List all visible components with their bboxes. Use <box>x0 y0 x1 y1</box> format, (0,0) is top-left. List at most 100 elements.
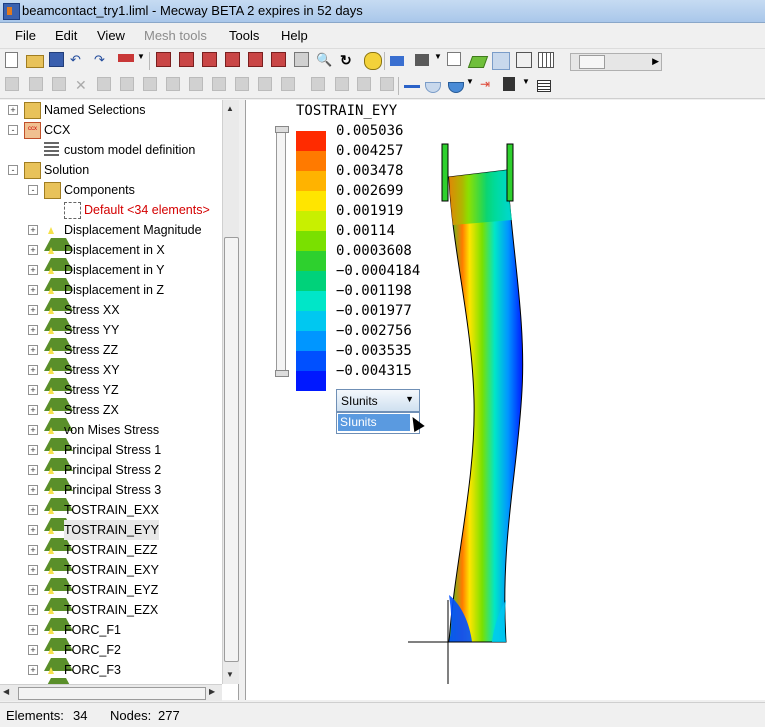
animation-dropdown-icon[interactable]: ▼ <box>522 77 538 93</box>
expand-icon[interactable]: + <box>28 445 38 455</box>
copy-icon[interactable] <box>212 77 226 91</box>
vector-plot-icon[interactable]: ⇥ <box>480 77 496 93</box>
tree-item[interactable]: + Displacement in X <box>0 240 222 271</box>
tree-item[interactable]: + Principal Stress 3 <box>0 480 222 511</box>
tree-horizontal-scrollbar[interactable]: ◀ ▶ <box>0 684 222 701</box>
tree-hscroll-thumb[interactable] <box>18 687 206 700</box>
table-icon[interactable] <box>537 80 551 92</box>
tree-item[interactable]: + FORC_F3 <box>0 660 222 691</box>
tree-item[interactable]: + TOSTRAIN_EYZ <box>0 580 222 611</box>
collapse-icon[interactable]: - <box>8 125 18 135</box>
tree-item[interactable]: + FORC_F2 <box>0 640 222 671</box>
tree-item[interactable]: + TOSTRAIN_EZX <box>0 600 222 631</box>
zoom-fit-icon[interactable] <box>294 52 309 67</box>
wireframe-icon[interactable] <box>516 52 532 68</box>
redo-icon[interactable]: ↷ <box>94 52 110 68</box>
tree-item[interactable]: + Stress XY <box>0 360 222 391</box>
tree-item[interactable]: + Displacement in Z <box>0 280 222 311</box>
tree-item[interactable]: + Stress ZX <box>0 400 222 431</box>
units-option[interactable]: SIunits <box>338 414 410 431</box>
expand-icon[interactable]: + <box>28 325 38 335</box>
expand-icon[interactable]: + <box>28 565 38 575</box>
menu-help[interactable]: Help <box>281 28 308 43</box>
mirror-icon[interactable] <box>189 77 203 91</box>
ccx-solve-icon[interactable] <box>118 54 134 62</box>
tree-item[interactable]: + von Mises Stress <box>0 420 222 451</box>
line-plot-icon[interactable] <box>404 85 420 88</box>
annotation-icon[interactable] <box>447 52 461 66</box>
scale-icon[interactable] <box>235 77 249 91</box>
move-icon[interactable] <box>258 77 272 91</box>
view-iso-icon[interactable] <box>156 52 171 67</box>
chevron-down-icon[interactable]: ▼ <box>405 394 414 404</box>
expand-icon[interactable]: + <box>28 665 38 675</box>
tree-item[interactable]: - Solution <box>0 160 222 180</box>
scroll-right-icon[interactable]: ▶ <box>652 56 659 67</box>
box-select-icon[interactable] <box>52 77 66 91</box>
scroll-right-icon[interactable]: ▶ <box>209 687 215 696</box>
rotate-icon[interactable]: ↻ <box>340 52 356 68</box>
extrude-icon[interactable] <box>120 77 134 91</box>
tree-item[interactable]: + Stress YY <box>0 320 222 351</box>
merge-icon[interactable] <box>281 77 295 91</box>
expand-icon[interactable]: + <box>28 285 38 295</box>
tree-item[interactable]: Default <34 elements> <box>0 200 222 220</box>
revolve-icon[interactable] <box>143 77 157 91</box>
zoom-icon[interactable]: 🔍 <box>316 52 332 68</box>
element-select-icon[interactable] <box>29 77 43 91</box>
deformed-shape-icon[interactable] <box>425 82 441 93</box>
tree-vertical-scrollbar[interactable]: ▲ ▼ <box>222 100 239 684</box>
tree-item[interactable]: + TOSTRAIN_EZZ <box>0 540 222 571</box>
display-mode-icon[interactable] <box>390 56 404 66</box>
tree-item[interactable]: + Stress ZZ <box>0 340 222 371</box>
mesh-view-icon[interactable] <box>538 52 554 68</box>
tree-item[interactable]: + Stress YZ <box>0 380 222 411</box>
scroll-up-icon[interactable]: ▲ <box>226 104 234 113</box>
expand-icon[interactable]: + <box>8 105 18 115</box>
tree-item[interactable]: - Components <box>0 180 222 200</box>
view-top-icon[interactable] <box>271 52 286 67</box>
tree-item[interactable]: + Principal Stress 2 <box>0 460 222 491</box>
expand-icon[interactable]: + <box>28 485 38 495</box>
node-select-icon[interactable] <box>5 77 19 91</box>
expand-icon[interactable]: + <box>28 265 38 275</box>
menu-view[interactable]: View <box>97 28 125 43</box>
units-dropdown-list[interactable]: SIunits <box>336 412 420 434</box>
expand-icon[interactable]: + <box>28 385 38 395</box>
measure-icon[interactable] <box>380 77 394 91</box>
expand-icon[interactable]: + <box>28 465 38 475</box>
menu-mesh-tools[interactable]: Mesh tools <box>144 28 207 43</box>
tree-item[interactable]: + Displacement in Y <box>0 260 222 291</box>
split-icon[interactable] <box>311 77 325 91</box>
menu-tools[interactable]: Tools <box>229 28 259 43</box>
pan-icon[interactable] <box>364 52 382 70</box>
tree-item[interactable]: + TOSTRAIN_EYY <box>0 520 222 551</box>
collapse-icon[interactable]: - <box>28 185 38 195</box>
expand-icon[interactable]: + <box>28 585 38 595</box>
sweep-icon[interactable] <box>166 77 180 91</box>
view-back-icon[interactable] <box>202 52 217 67</box>
view-right-icon[interactable] <box>248 52 263 67</box>
surface-icon[interactable] <box>467 56 489 68</box>
scroll-left-icon[interactable]: ◀ <box>3 687 9 696</box>
tree-item[interactable]: + Principal Stress 1 <box>0 440 222 471</box>
contour-icon[interactable] <box>448 82 464 93</box>
toolbar-scroll-thumb[interactable] <box>579 55 605 69</box>
new-file-icon[interactable] <box>5 52 18 68</box>
scroll-down-icon[interactable]: ▼ <box>226 670 234 679</box>
tree-item[interactable]: + TOSTRAIN_EXY <box>0 560 222 591</box>
collapse-icon[interactable]: - <box>8 165 18 175</box>
expand-icon[interactable]: + <box>28 345 38 355</box>
tree-item[interactable]: - ccx CCX <box>0 120 222 140</box>
expand-icon[interactable]: + <box>28 525 38 535</box>
tree-item[interactable]: + Stress XX <box>0 300 222 331</box>
delete-icon[interactable]: ✕ <box>75 77 91 93</box>
expand-icon[interactable]: + <box>28 545 38 555</box>
refine-icon[interactable] <box>97 77 111 91</box>
expand-icon[interactable]: + <box>28 625 38 635</box>
tree-item[interactable]: + Named Selections <box>0 100 222 120</box>
transform-icon[interactable] <box>335 77 349 91</box>
tree-item[interactable]: custom model definition <box>0 140 222 160</box>
solve-dropdown-icon[interactable]: ▼ <box>137 52 153 68</box>
undo-icon[interactable]: ↶ <box>70 52 86 68</box>
